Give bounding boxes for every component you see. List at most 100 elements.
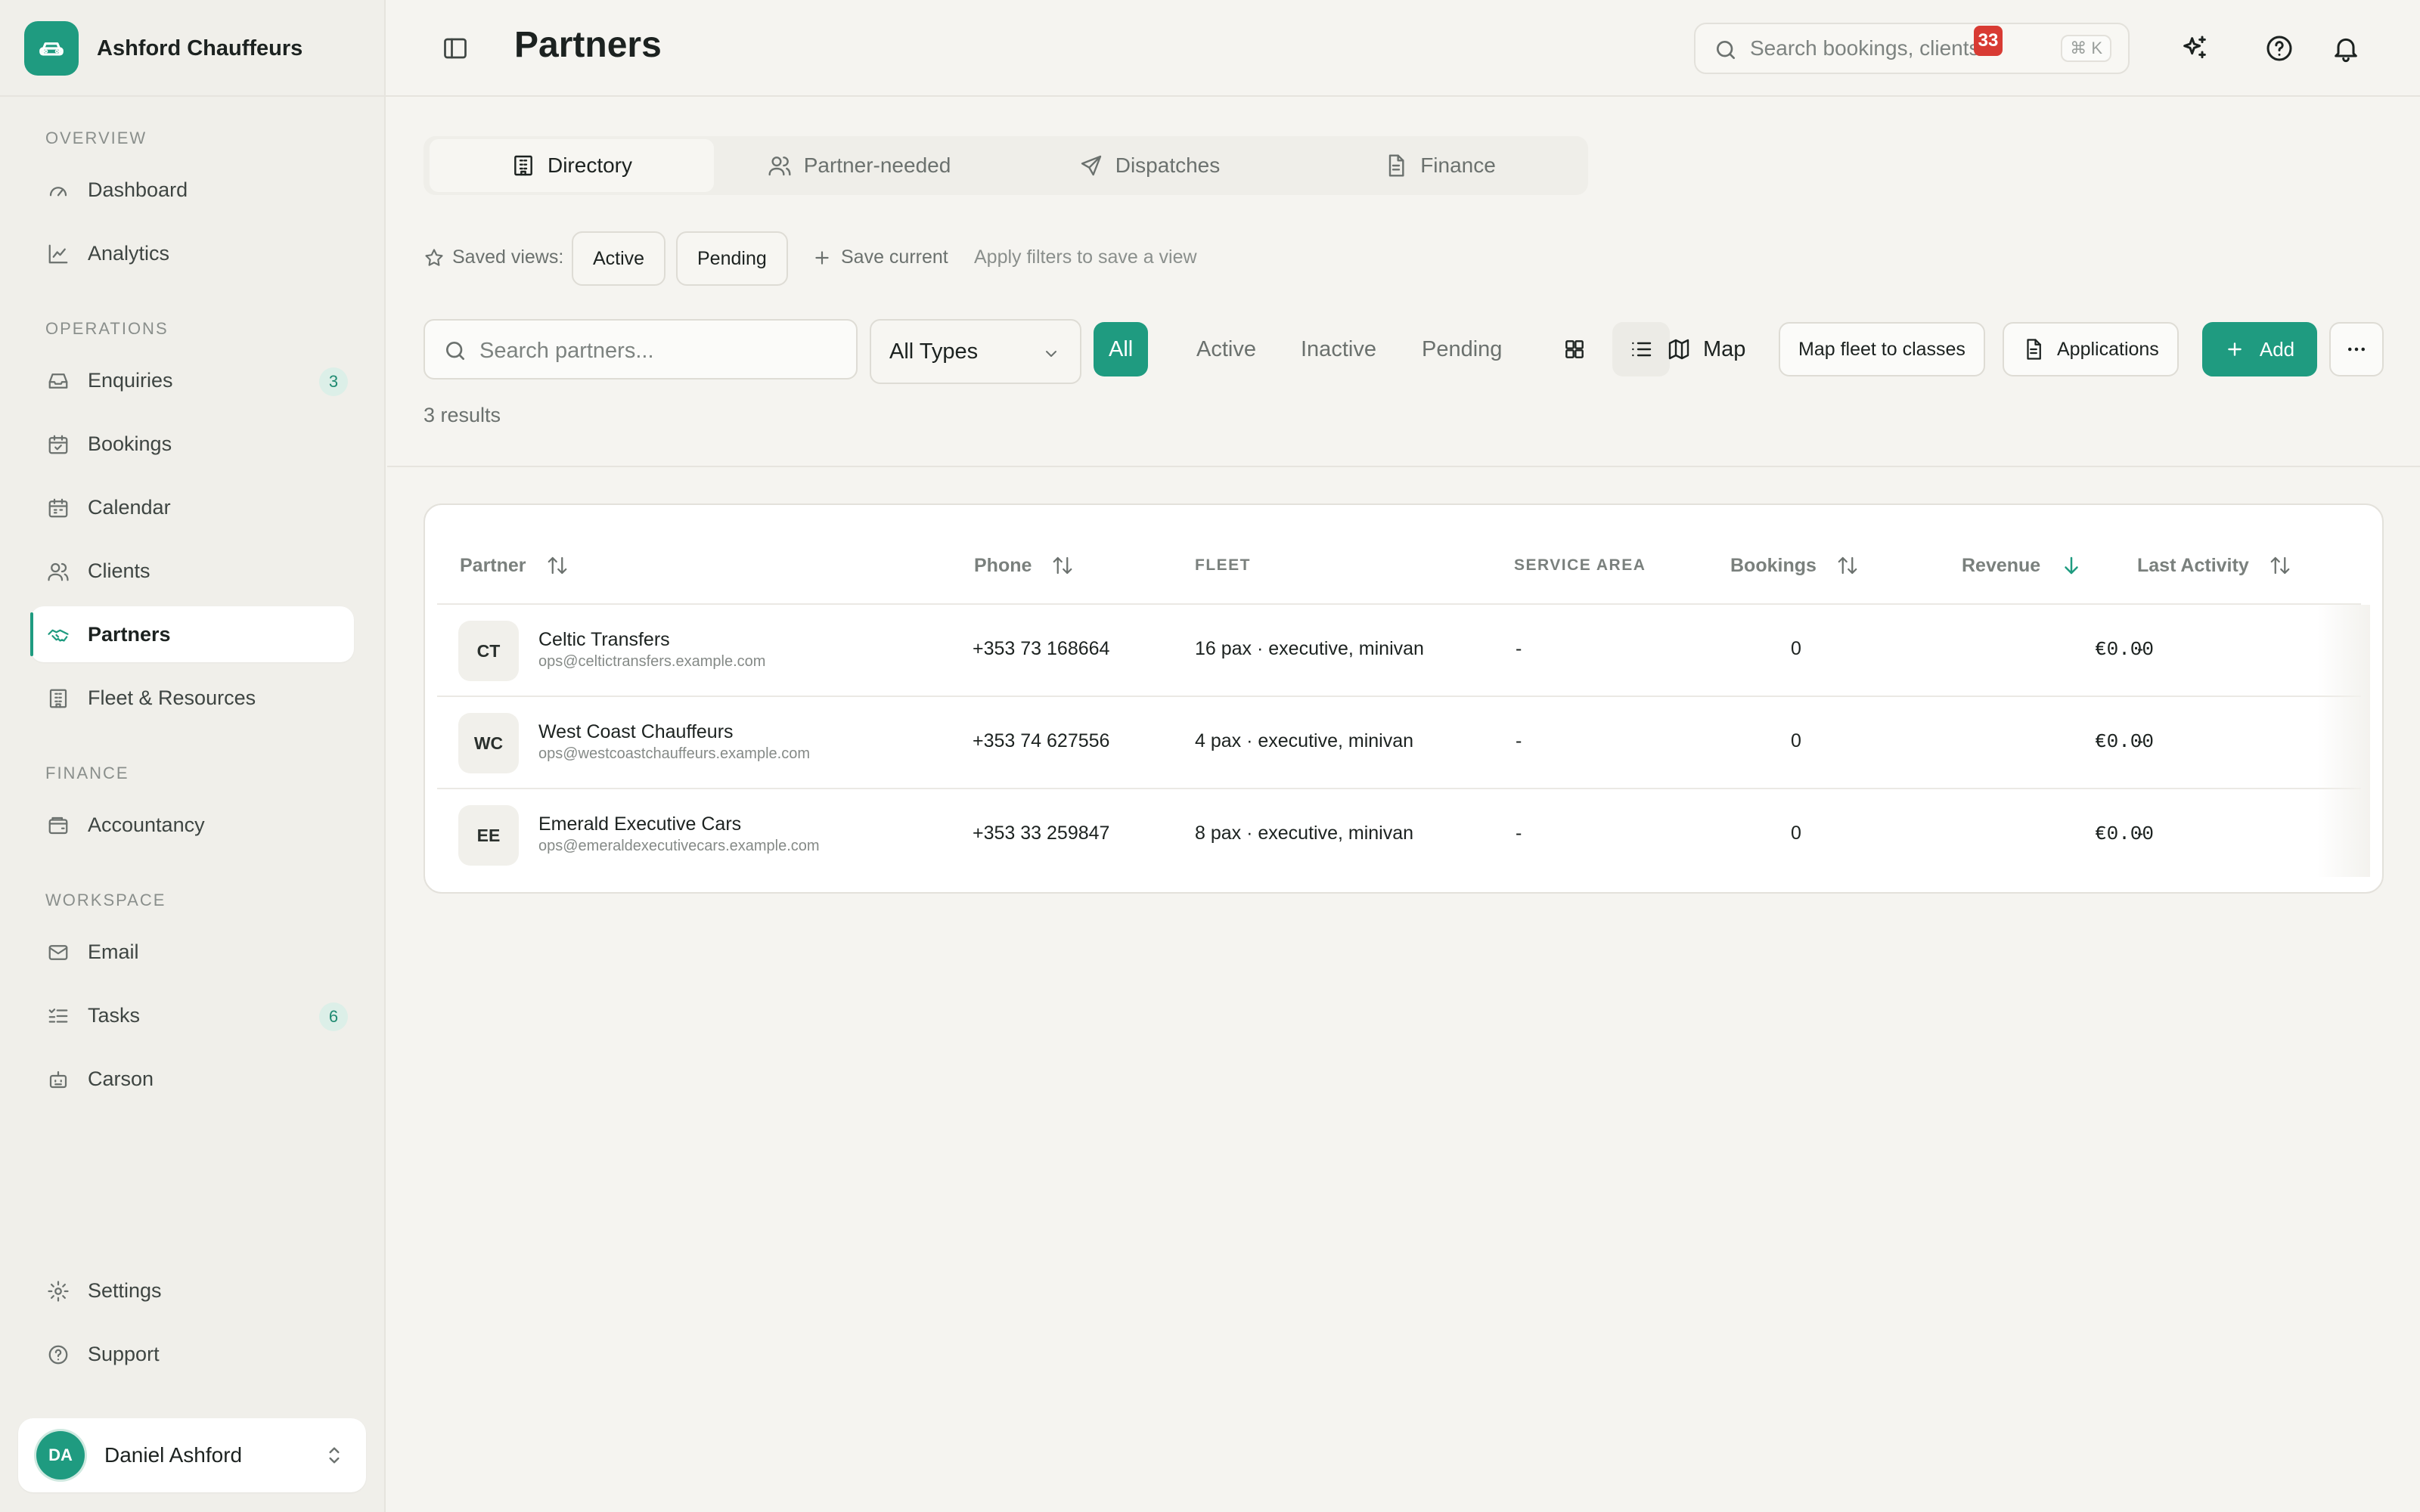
bell-icon[interactable] <box>2331 33 2361 64</box>
gear-icon <box>48 1281 69 1302</box>
search-shortcut-hint: ⌘ K <box>2061 35 2111 62</box>
page-title: Partners <box>514 25 662 65</box>
partner-last-activity: - <box>2137 823 2144 844</box>
partner-name[interactable]: Celtic Transfers <box>538 629 670 651</box>
column-header-label: Revenue <box>1962 554 2041 576</box>
tab-partner-needed[interactable]: Partner-needed <box>714 139 1004 192</box>
status-filter-inactive[interactable]: Inactive <box>1286 322 1392 376</box>
saved-views-label-text: Saved views: <box>452 246 564 268</box>
map-view-button[interactable]: Map <box>1667 322 1745 376</box>
tab-label: Directory <box>547 153 632 177</box>
brand[interactable]: Ashford Chauffeurs <box>24 21 302 76</box>
column-header-service-area: SERVICE AREA <box>1514 556 1646 574</box>
users-icon <box>768 156 791 176</box>
sidebar-item-email[interactable]: Email <box>30 924 354 980</box>
sidebar-item-label: Partners <box>88 622 171 646</box>
column-header-revenue[interactable]: Revenue <box>1962 550 2083 581</box>
section-label-finance: FINANCE <box>45 764 129 782</box>
sidebar-item-clients[interactable]: Clients <box>30 543 354 599</box>
partner-initials: EE <box>458 805 519 866</box>
global-search-input[interactable] <box>1750 33 2052 64</box>
tab-bar: Directory Partner-needed Dispatches Fina… <box>424 136 1588 195</box>
sidebar-item-partners[interactable]: Partners <box>30 606 354 662</box>
sidebar-item-fleet-resources[interactable]: Fleet & Resources <box>30 670 354 726</box>
more-actions-button[interactable] <box>2329 322 2384 376</box>
help-circle-icon <box>48 1345 68 1365</box>
column-header-partner[interactable]: Partner <box>460 550 569 581</box>
column-header-phone[interactable]: Phone <box>974 550 1074 581</box>
sidebar-item-accountancy[interactable]: Accountancy <box>30 797 354 853</box>
sort-descending-icon <box>2065 556 2078 575</box>
sidebar-item-label: Analytics <box>88 241 170 265</box>
applications-button[interactable]: Applications <box>2003 322 2179 376</box>
partner-initials: CT <box>458 621 519 681</box>
map-fleet-to-classes-button[interactable]: Map fleet to classes <box>1779 322 1985 376</box>
partner-search-input[interactable] <box>479 336 827 366</box>
sidebar-item-support[interactable]: Support <box>30 1326 354 1382</box>
sidebar-item-analytics[interactable]: Analytics <box>30 225 354 281</box>
type-select[interactable]: All Types <box>870 319 1081 384</box>
table-row[interactable]: CT Celtic Transfers ops@celtictransfers.… <box>437 605 2361 697</box>
results-count: 3 results <box>424 404 501 426</box>
sidebar-toggle-icon[interactable] <box>442 35 469 62</box>
sidebar-item-label: Bookings <box>88 432 172 455</box>
section-label-workspace: WORKSPACE <box>45 891 166 909</box>
calendar-check-icon <box>48 435 68 454</box>
partner-phone: +353 74 627556 <box>973 730 1110 751</box>
list-view-button[interactable] <box>1612 322 1670 376</box>
sidebar-item-calendar[interactable]: Calendar <box>30 479 354 535</box>
tab-directory[interactable]: Directory <box>430 139 714 192</box>
sidebar-item-settings[interactable]: Settings <box>30 1263 354 1318</box>
gauge-icon <box>49 187 67 197</box>
sidebar-item-dashboard[interactable]: Dashboard <box>30 162 354 218</box>
map-button-label: Map <box>1703 336 1746 361</box>
star-icon <box>425 248 443 266</box>
tab-dispatches[interactable]: Dispatches <box>1004 139 1295 192</box>
sidebar-item-carson[interactable]: Carson <box>30 1051 354 1107</box>
saved-view-active[interactable]: Active <box>572 231 666 286</box>
partner-name[interactable]: Emerald Executive Cars <box>538 813 741 835</box>
sparkles-icon[interactable] <box>2180 33 2210 64</box>
sidebar-item-label: Enquiries <box>88 368 173 392</box>
column-header-bookings[interactable]: Bookings <box>1730 550 1859 581</box>
tab-finance[interactable]: Finance <box>1295 139 1585 192</box>
sidebar-item-label: Accountancy <box>88 813 205 836</box>
grid-view-button[interactable] <box>1546 322 1603 376</box>
global-search[interactable]: ⌘ K <box>1694 23 2130 74</box>
partner-last-activity: - <box>2137 730 2144 751</box>
sort-icon <box>548 556 566 575</box>
table-row[interactable]: WC West Coast Chauffeurs ops@westcoastch… <box>437 697 2361 789</box>
partner-initials: WC <box>458 713 519 773</box>
table-row[interactable]: EE Emerald Executive Cars ops@emeraldexe… <box>437 789 2361 881</box>
add-partner-button[interactable]: Add <box>2202 322 2317 376</box>
status-filter-pending[interactable]: Pending <box>1407 322 1517 376</box>
calendar-icon <box>48 498 68 518</box>
users-icon <box>48 562 69 581</box>
column-header-last-activity[interactable]: Last Activity <box>2137 550 2291 581</box>
status-filter-all[interactable]: All <box>1094 322 1149 376</box>
saved-view-pending[interactable]: Pending <box>676 231 788 286</box>
sidebar: Ashford Chauffeurs OVERVIEW Dashboard An… <box>0 0 386 1512</box>
save-current-button[interactable]: Save current <box>812 246 948 268</box>
sidebar-item-label: Email <box>88 940 139 963</box>
partner-service-area: - <box>1516 638 1522 659</box>
search-icon <box>1717 41 1735 59</box>
partner-name[interactable]: West Coast Chauffeurs <box>538 721 734 743</box>
car-logo-icon <box>24 21 79 76</box>
column-header-label: Bookings <box>1730 554 1817 576</box>
partner-phone: +353 73 168664 <box>973 638 1110 659</box>
sidebar-item-bookings[interactable]: Bookings <box>30 416 354 472</box>
sidebar-item-tasks[interactable]: Tasks 6 <box>30 987 354 1043</box>
list-icon <box>1632 342 1652 357</box>
sidebar-item-label: Clients <box>88 559 150 582</box>
partner-email: ops@emeraldexecutivecars.example.com <box>538 838 820 854</box>
user-menu[interactable]: DA Daniel Ashford <box>18 1418 366 1492</box>
sidebar-item-enquiries[interactable]: Enquiries 3 <box>30 352 354 408</box>
type-select-value: All Types <box>889 339 979 364</box>
avatar: DA <box>36 1431 85 1479</box>
topbar: Partners ⌘ K <box>386 0 2420 97</box>
section-label-overview: OVERVIEW <box>45 129 147 147</box>
partner-search[interactable] <box>424 319 858 380</box>
help-circle-icon[interactable] <box>2264 33 2294 64</box>
status-filter-active[interactable]: Active <box>1181 322 1271 376</box>
